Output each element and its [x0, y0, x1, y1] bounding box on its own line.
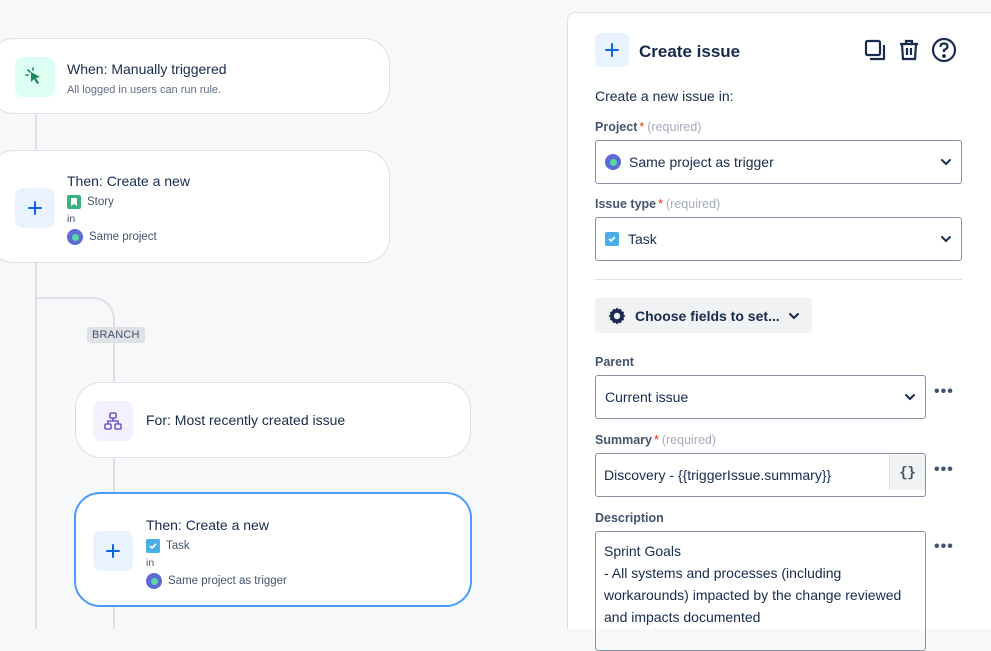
branch-badge: BRANCH: [87, 327, 145, 343]
in-label: in: [146, 557, 155, 569]
in-label: in: [67, 213, 76, 225]
cursor-click-icon: [15, 57, 55, 97]
smart-value-button[interactable]: {}: [889, 455, 925, 490]
project-line: Same project: [67, 229, 157, 245]
issue-type-label: Story: [87, 196, 114, 208]
chevron-down-icon: [940, 233, 952, 245]
rule-canvas: When: Manually triggered All logged in u…: [0, 0, 567, 629]
chevron-down-icon: [940, 156, 952, 168]
issue-type-select[interactable]: Task: [595, 217, 962, 261]
duplicate-button[interactable]: [861, 36, 889, 64]
branch-for-card[interactable]: For: Most recently created issue: [75, 382, 471, 458]
summary-input-value: Discovery - {{triggerIssue.summary}}: [604, 467, 832, 483]
branch-title: For: Most recently created issue: [146, 412, 346, 428]
summary-more-button[interactable]: •••: [934, 461, 954, 479]
project-label: Same project as trigger: [168, 575, 287, 587]
chevron-down-icon: [904, 391, 916, 403]
project-select[interactable]: Same project as trigger: [595, 140, 962, 184]
issue-type-line: Story: [67, 195, 114, 209]
task-icon: [146, 539, 160, 553]
project-avatar: [146, 573, 162, 589]
project-select-value: Same project as trigger: [629, 154, 774, 170]
trigger-subtitle: All logged in users can run rule.: [67, 84, 222, 96]
trash-icon: [900, 39, 918, 61]
divider: [595, 279, 962, 280]
project-avatar: [67, 229, 83, 245]
create-story-action-card[interactable]: Then: Create a new Story in Same project: [0, 150, 390, 263]
description-textarea[interactable]: Sprint Goals - All systems and processes…: [595, 531, 926, 651]
task-icon: [605, 232, 619, 246]
description-more-button[interactable]: •••: [934, 538, 954, 556]
summary-field-label: Summary * (required): [595, 433, 717, 447]
parent-field-label: Parent: [595, 355, 634, 369]
issue-type-label: Task: [166, 540, 190, 552]
help-button[interactable]: [930, 36, 958, 64]
parent-more-button[interactable]: •••: [934, 383, 954, 401]
issue-type-field-label: Issue type * (required): [595, 197, 721, 211]
action-title: Then: Create a new: [67, 173, 190, 189]
choose-fields-label: Choose fields to set...: [635, 307, 780, 324]
chevron-down-icon: [788, 312, 799, 319]
panel-title: Create issue: [639, 42, 741, 61]
summary-input[interactable]: Discovery - {{triggerIssue.summary}} {}: [595, 453, 926, 497]
choose-fields-button[interactable]: Choose fields to set...: [595, 298, 812, 333]
project-avatar: [605, 154, 621, 170]
parent-select[interactable]: Current issue: [595, 375, 926, 419]
parent-select-value: Current issue: [605, 389, 689, 405]
help-icon: [931, 37, 957, 63]
connector-line: [113, 605, 115, 629]
delete-button[interactable]: [895, 36, 923, 64]
action-title: Then: Create a new: [146, 517, 269, 533]
story-icon: [67, 195, 81, 209]
plus-icon: [15, 188, 55, 228]
create-task-action-card[interactable]: Then: Create a new Task in Same project …: [74, 492, 472, 607]
create-issue-panel: Create issue Create a new issue in: Proj…: [567, 12, 991, 651]
project-field-label: Project * (required): [595, 120, 702, 134]
trigger-card[interactable]: When: Manually triggered All logged in u…: [0, 38, 390, 114]
hierarchy-icon: [93, 401, 133, 441]
project-line: Same project as trigger: [146, 573, 287, 589]
gear-icon: [608, 307, 626, 324]
copy-icon: [864, 39, 886, 61]
project-label: Same project: [89, 231, 157, 243]
plus-icon: [595, 33, 629, 67]
issue-type-select-value: Task: [628, 231, 657, 247]
connector-line: [113, 457, 115, 494]
trigger-title: When: Manually triggered: [67, 61, 227, 77]
description-field-label: Description: [595, 511, 664, 525]
plus-icon: [93, 531, 133, 571]
connector-line: [35, 113, 37, 153]
intro-text: Create a new issue in:: [595, 88, 734, 104]
issue-type-line: Task: [146, 539, 190, 553]
